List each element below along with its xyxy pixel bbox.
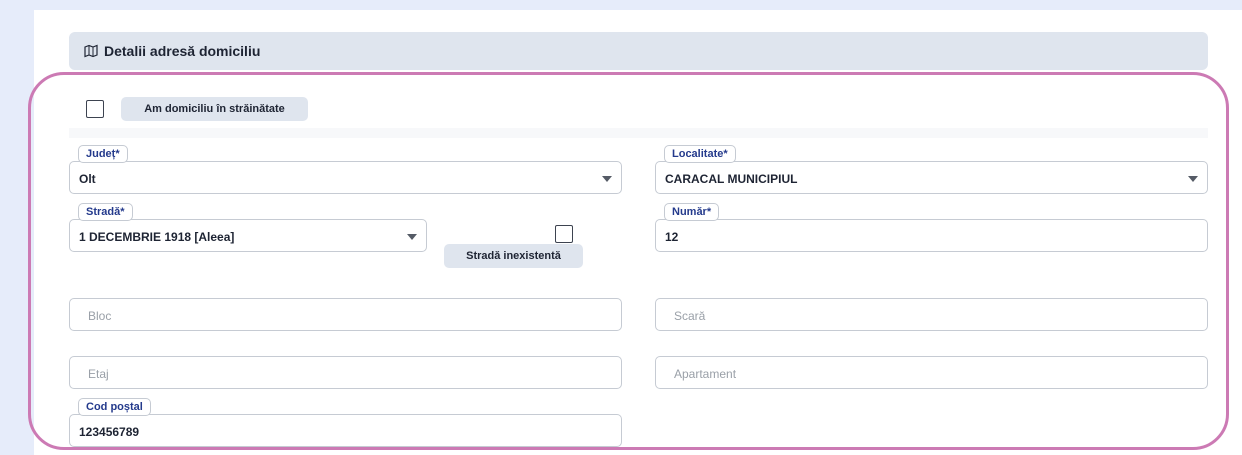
chevron-down-icon[interactable] <box>602 176 612 182</box>
strada-inexistenta-checkbox[interactable] <box>555 225 573 243</box>
scara-placeholder: Scară <box>674 309 706 323</box>
section-header: Detalii adresă domiciliu <box>69 32 1208 70</box>
bloc-input[interactable]: Bloc <box>69 298 622 331</box>
apartament-placeholder: Apartament <box>674 367 737 381</box>
chevron-down-icon[interactable] <box>1188 176 1198 182</box>
numar-value: 12 <box>665 230 679 244</box>
cod-postal-input[interactable]: 123456789 <box>69 414 622 447</box>
strada-inexistenta-label[interactable]: Stradă inexistentă <box>444 244 583 268</box>
divider <box>69 128 1208 138</box>
judet-value: Olt <box>79 172 96 186</box>
cod-postal-label: Cod poștal <box>78 398 151 416</box>
localitate-select[interactable]: CARACAL MUNICIPIUL <box>655 161 1208 194</box>
chevron-down-icon[interactable] <box>407 234 417 240</box>
section-title: Detalii adresă domiciliu <box>104 43 261 59</box>
judet-label: Județ* <box>78 145 128 163</box>
bloc-placeholder: Bloc <box>88 309 112 323</box>
strada-label: Stradă* <box>78 203 133 221</box>
abroad-label[interactable]: Am domiciliu în străinătate <box>121 97 308 121</box>
etaj-input[interactable]: Etaj <box>69 356 622 389</box>
etaj-placeholder: Etaj <box>88 367 109 381</box>
strada-select[interactable]: 1 DECEMBRIE 1918 [Aleea] <box>69 219 427 252</box>
abroad-checkbox[interactable] <box>86 100 104 118</box>
judet-select[interactable]: Olt <box>69 161 622 194</box>
scara-input[interactable]: Scară <box>655 298 1208 331</box>
strada-value: 1 DECEMBRIE 1918 [Aleea] <box>79 230 235 244</box>
numar-input[interactable]: 12 <box>655 219 1208 252</box>
map-icon <box>83 43 99 59</box>
cod-postal-value: 123456789 <box>79 425 140 439</box>
localitate-value: CARACAL MUNICIPIUL <box>665 172 798 186</box>
apartament-input[interactable]: Apartament <box>655 356 1208 389</box>
numar-label: Număr* <box>664 203 720 221</box>
localitate-label: Localitate* <box>664 145 736 163</box>
